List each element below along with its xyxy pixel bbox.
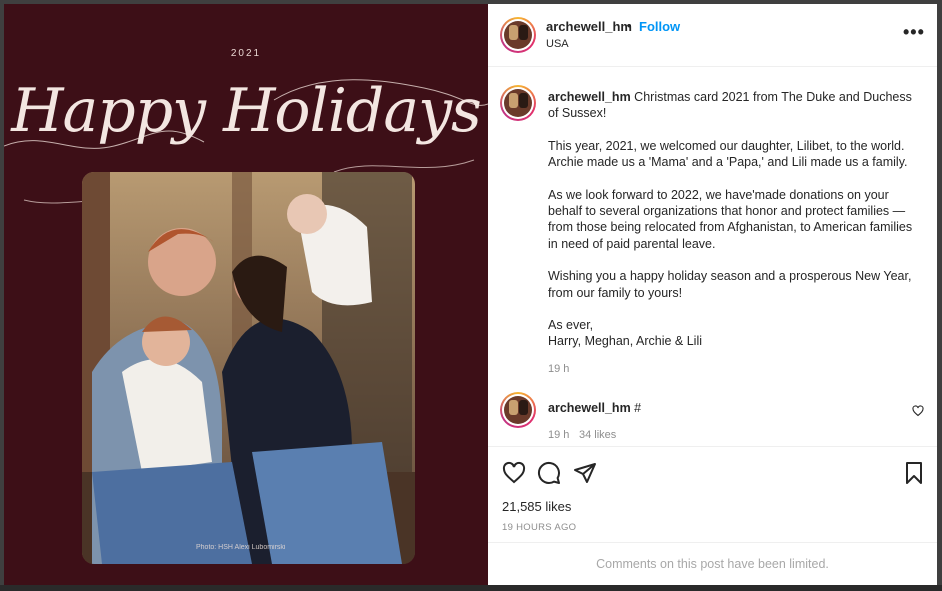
more-options-icon[interactable]: •••	[903, 22, 925, 43]
caption-signoff: As ever, Harry, Meghan, Archie & Lili	[548, 318, 702, 349]
caption-username[interactable]: archewell_hm	[548, 90, 631, 104]
bottom-edge	[0, 585, 942, 591]
header-avatar[interactable]	[500, 17, 536, 53]
comments-section: archewell_hm Christmas card 2021 from Th…	[488, 68, 937, 448]
card-year: 2021	[230, 48, 262, 59]
comment-text: #	[634, 401, 642, 415]
caption-avatar[interactable]	[500, 85, 536, 121]
comment-icon[interactable]	[537, 461, 561, 485]
comment-likes[interactable]: 34 likes	[579, 429, 616, 441]
header-separator: •	[627, 18, 632, 33]
post-caption: archewell_hm Christmas card 2021 from Th…	[548, 89, 923, 350]
comment-timestamp[interactable]: 19 h	[548, 429, 569, 441]
heart-icon[interactable]	[502, 461, 526, 485]
caption-timestamp[interactable]: 19 h	[548, 363, 569, 375]
follow-button[interactable]: Follow	[639, 19, 680, 34]
bookmark-icon[interactable]	[902, 461, 926, 485]
header-username[interactable]: archewell_hm	[546, 19, 632, 34]
family-photo-illustration	[82, 172, 415, 564]
post-header: archewell_hm • Follow USA •••	[488, 4, 937, 67]
share-icon[interactable]	[573, 461, 597, 485]
post-time-ago[interactable]: 19 HOURS AGO	[502, 522, 576, 533]
caption-paragraph-4: Wishing you a happy holiday season and a…	[548, 269, 912, 300]
post-details-panel: archewell_hm • Follow USA ••• archewell_…	[488, 4, 937, 585]
comments-limited-notice: Comments on this post have been limited.	[488, 542, 937, 586]
comment: archewell_hm #	[548, 401, 641, 415]
caption-paragraph-3: As we look forward to 2022, we have'made…	[548, 187, 913, 251]
comment-username[interactable]: archewell_hm	[548, 401, 631, 415]
caption-paragraph-2: This year, 2021, we welcomed our daughte…	[548, 138, 908, 170]
photo-credit: Photo: HSH Alexi Lubomirski	[196, 544, 286, 551]
family-photo	[82, 172, 415, 564]
likes-count[interactable]: 21,585 likes	[502, 499, 571, 514]
comment-like-heart-icon[interactable]	[912, 405, 924, 417]
post-media[interactable]: 2021 Happy Holidays Photo: HSH Alexi Lub…	[4, 4, 488, 585]
comment-avatar[interactable]	[500, 392, 536, 428]
card-title: Happy Holidays	[11, 76, 482, 146]
header-location[interactable]: USA	[546, 38, 569, 50]
post-actions: 21,585 likes 19 HOURS AGO Comments on th…	[488, 446, 937, 585]
